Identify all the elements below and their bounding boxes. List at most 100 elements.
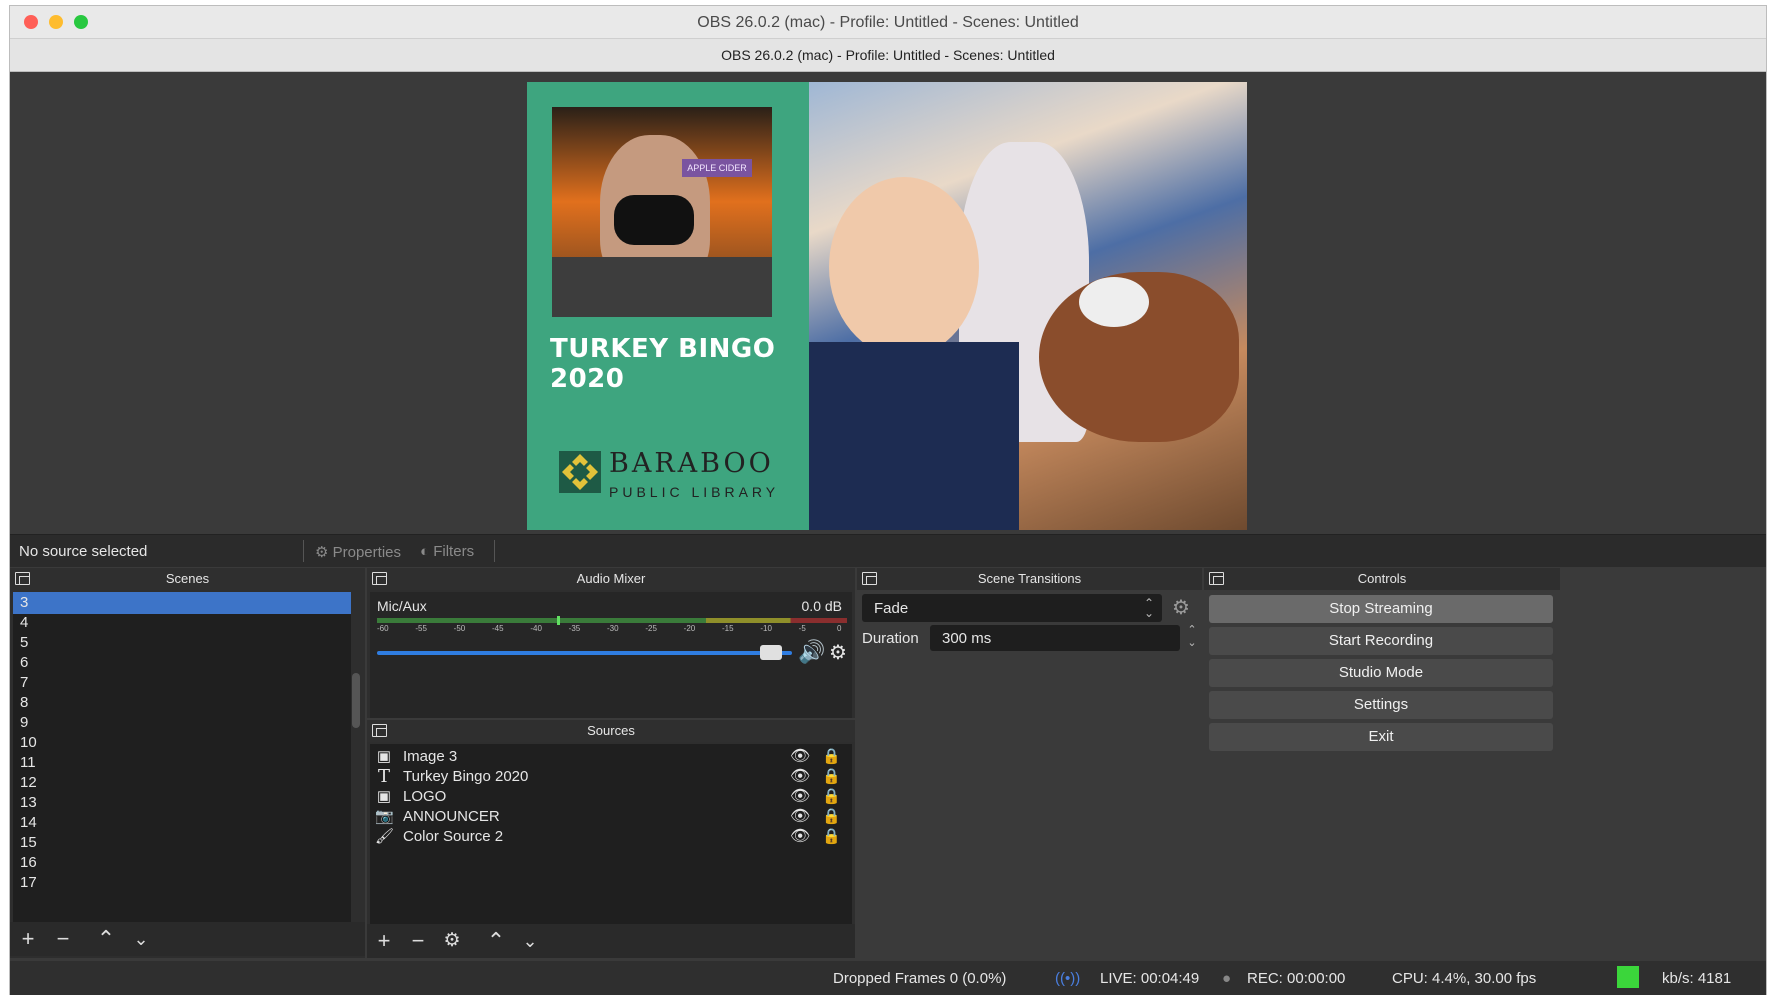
scene-transitions-title: Scene Transitions [977,571,1082,586]
scene-item[interactable]: 10 [13,732,406,754]
audio-mixer-dock: Audio Mixer Mic/Aux 0.0 dB -60 -55 -50 -45-… [367,568,855,718]
scene-item[interactable]: 16 [13,852,406,874]
gear-icon[interactable]: ⚙ [1172,595,1190,620]
source-name: ANNOUNCER [403,808,500,825]
filters-button[interactable]: ◐ Filters [420,543,474,560]
source-item[interactable]: 📷 ANNOUNCER 👁 🔒 [370,806,917,828]
scene-item[interactable]: 13 [13,792,406,814]
meter-tick-label: -55 [415,624,427,633]
visibility-eye-icon[interactable]: 👁 [790,806,810,828]
undock-icon[interactable] [372,724,387,737]
window-title: OBS 26.0.2 (mac) - Profile: Untitled - S… [697,14,1079,31]
start-recording-button[interactable]: Start Recording [1209,627,1553,655]
scene-item[interactable]: 6 [13,652,406,674]
lock-icon[interactable]: 🔒 [822,766,841,788]
scene-item[interactable]: 5 [13,632,406,654]
no-source-label: No source selected [19,543,148,560]
divider [303,540,304,562]
source-properties-gear-icon[interactable]: ⚙ [439,928,465,954]
scene-item[interactable]: 15 [13,832,406,854]
scene-item[interactable]: 9 [13,712,406,734]
source-name: Turkey Bingo 2020 [403,768,529,785]
lock-icon[interactable]: 🔒 [822,786,841,808]
duration-label: Duration [862,630,919,647]
volume-slider[interactable] [377,651,792,655]
scene-transitions-header: Scene Transitions [857,568,1202,590]
scene-item[interactable]: 11 [13,752,406,774]
exit-button[interactable]: Exit [1209,723,1553,751]
sources-toolbar: + − ⚙ ⌃ ⌄ [367,924,855,958]
announcer-photo: APPLE CIDER [552,107,772,317]
source-item[interactable]: ▣ Image 3 👁 🔒 [370,746,917,768]
lock-icon[interactable]: 🔒 [822,806,841,828]
sources-title: Sources [587,723,635,738]
scene-item[interactable]: 4 [13,612,406,634]
preview-canvas[interactable]: APPLE CIDER TURKEY BINGO 2020 BARABOO PU… [527,82,1247,530]
meter-tick-label: -15 [722,624,734,633]
undock-icon[interactable] [15,572,30,585]
visibility-eye-icon[interactable]: 👁 [790,746,810,768]
poster-panel: APPLE CIDER TURKEY BINGO 2020 BARABOO PU… [527,82,809,530]
meter-tick-label: -30 [607,624,619,633]
visibility-eye-icon[interactable]: 👁 [790,766,810,788]
visibility-eye-icon[interactable]: 👁 [790,786,810,808]
scenes-scrollbar[interactable] [352,673,360,728]
brush-icon: 🖌 [375,828,395,845]
move-source-down-button[interactable]: ⌄ [517,928,543,954]
photo-calf-spot [1079,277,1149,327]
undock-icon[interactable] [1209,572,1224,585]
lock-icon[interactable]: 🔒 [822,826,841,848]
undock-icon[interactable] [372,572,387,585]
scene-item-3[interactable]: 3 [13,592,351,614]
lock-icon[interactable]: 🔒 [822,746,841,768]
scene-item[interactable]: 14 [13,812,406,834]
remove-source-button[interactable]: − [405,928,431,954]
updown-chevron-icon: ⌃ ⌄ [1143,596,1154,620]
camera-icon: 📷 [375,808,394,825]
visibility-eye-icon[interactable]: 👁 [790,826,810,848]
connection-health-indicator [1617,966,1639,988]
volume-slider-handle[interactable] [760,645,783,660]
scene-item[interactable]: 7 [13,672,406,694]
meter-tick-label: -5 [798,624,806,633]
preview-area[interactable]: APPLE CIDER TURKEY BINGO 2020 BARABOO PU… [10,72,1766,534]
scenes-list[interactable]: 3 4 5 6 7 8 9 10 11 12 13 14 15 16 17 [13,592,351,922]
image-icon: ▣ [376,788,392,805]
add-scene-button[interactable]: + [15,926,41,952]
move-source-up-button[interactable]: ⌃ [483,928,509,954]
properties-button[interactable]: ⚙ Properties [315,543,401,561]
remove-scene-button[interactable]: − [50,926,76,952]
add-source-button[interactable]: + [371,928,397,954]
scene-item[interactable]: 12 [13,772,406,794]
source-item[interactable]: 🖌 Color Source 2 👁 🔒 [370,826,917,848]
speaker-icon[interactable]: 🔊 [798,639,825,665]
undock-icon[interactable] [862,572,877,585]
move-scene-down-button[interactable]: ⌄ [128,926,154,952]
gear-icon: ⚙ [315,544,329,561]
stop-streaming-button[interactable]: Stop Streaming [1209,595,1553,623]
gear-icon[interactable]: ⚙ [829,640,847,665]
controls-title: Controls [1357,571,1407,586]
bitrate: kb/s: 4181 [1662,970,1732,987]
status-bar: Dropped Frames 0 (0.0%) ((•)) LIVE: 00:0… [10,961,1766,995]
duration-input[interactable]: 300 ms [930,625,1180,651]
rec-timer: REC: 00:00:00 [1247,970,1346,987]
meter-tick-label: -25 [645,624,657,633]
duration-stepper[interactable]: ⌃ ⌄ [1183,624,1201,652]
audio-mixer-title: Audio Mixer [576,571,646,586]
meter-tick-label: -45 [492,624,504,633]
move-scene-up-button[interactable]: ⌃ [93,926,119,952]
source-item[interactable]: ▣ LOGO 👁 🔒 [370,786,917,808]
settings-button[interactable]: Settings [1209,691,1553,719]
source-item[interactable]: T Turkey Bingo 2020 👁 🔒 [370,766,917,788]
scene-item[interactable]: 17 [13,872,406,894]
controls-dock: Controls Stop Streaming Start Recording … [1204,568,1560,958]
farm-photo [809,82,1247,530]
meter-tick-label: -10 [760,624,772,633]
scene-item[interactable]: 8 [13,692,406,714]
transition-select[interactable]: Fade ⌃ ⌄ [862,594,1162,622]
sources-list[interactable]: ▣ Image 3 👁 🔒 T Turkey Bingo 2020 👁 🔒 ▣ … [370,744,852,924]
live-broadcast-icon: ((•)) [1055,970,1081,987]
record-dot-icon: ● [1222,970,1232,987]
studio-mode-button[interactable]: Studio Mode [1209,659,1553,687]
